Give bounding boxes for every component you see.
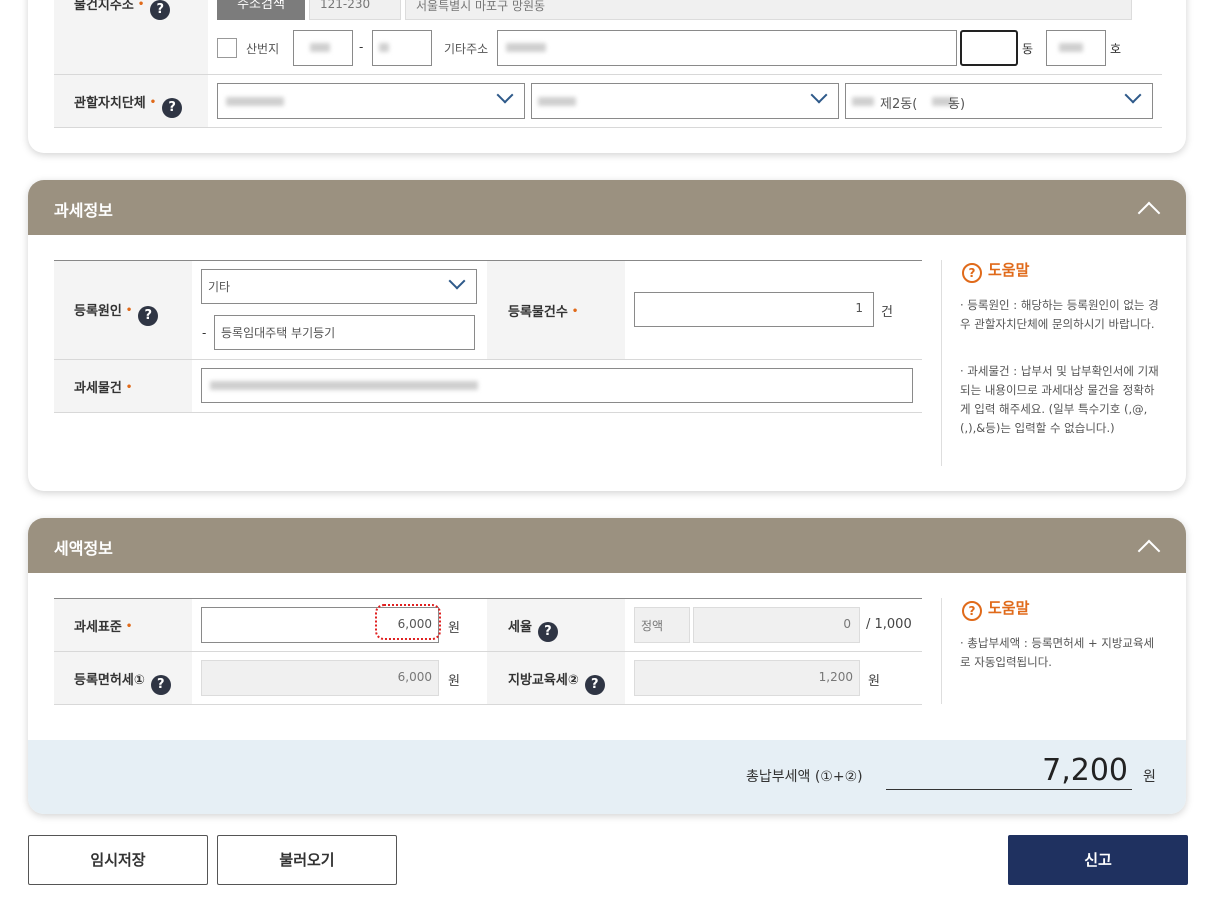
- edu-tax-unit: 원: [868, 674, 880, 689]
- tax-amount-title: 세액정보: [54, 539, 113, 558]
- tax-amount-help-text1: · 총납부세액 : 등록면허세 + 지방교육세로 자동입력됩니다.: [960, 636, 1155, 669]
- address-search-button[interactable]: 주소검색: [217, 0, 305, 20]
- tax-rate-unit: / 1,000: [866, 617, 912, 632]
- license-tax-value: 6,000: [201, 660, 439, 696]
- mountain-label: 산번지: [246, 42, 280, 56]
- reg-cause-select[interactable]: 기타: [201, 269, 477, 304]
- ho-input[interactable]: [1046, 30, 1106, 66]
- license-tax-label: 등록면허세①?: [74, 669, 171, 695]
- ho-unit: 호: [1110, 42, 1122, 56]
- tax-info-card: 과세정보 등록원인 •? 기타 - 등록임대주택 부기등기 등록물건수 • 1 건 …: [28, 180, 1186, 491]
- item-count-unit: 건: [881, 305, 893, 320]
- jurisdiction-dong-select[interactable]: 제2동( 동): [845, 83, 1153, 119]
- chevron-down-icon: [448, 278, 464, 290]
- tax-object-label: 과세물건 •: [74, 381, 133, 396]
- tax-info-header[interactable]: 과세정보: [28, 180, 1186, 235]
- edu-tax-value: 1,200: [634, 660, 860, 696]
- address-card: 물건지주소 •? 주소검색 121-230 서울특별시 마포구 망원동 산번지 -…: [28, 0, 1186, 153]
- mountain-checkbox[interactable]: [217, 38, 237, 58]
- tax-info-help-text2: · 과세물건 : 납부서 및 납부확인서에 기재되는 내용이므로 과세대상 물건…: [960, 364, 1159, 435]
- address-label: 물건지주소 •?: [74, 0, 171, 20]
- tax-object-input[interactable]: [201, 368, 913, 403]
- tax-base-unit: 원: [448, 621, 460, 636]
- tax-amount-card: 세액정보 과세표준 • 6,000 원 세율? 정액 0 / 1,000 등록면허…: [28, 518, 1186, 814]
- tax-amount-help-title: ? 도움말: [962, 597, 1029, 621]
- tax-rate-help-icon[interactable]: ?: [537, 622, 558, 642]
- question-circle-icon: ?: [962, 601, 982, 621]
- chevron-down-icon: [810, 92, 826, 104]
- reg-cause-help-icon[interactable]: ?: [138, 306, 159, 326]
- tax-base-label: 과세표준 •: [74, 620, 133, 635]
- total-bar: 총납부세액 (①+②) 7,200 원: [28, 740, 1186, 814]
- jurisdiction-dong-suffix: 동): [948, 97, 966, 112]
- collapse-chevron-icon[interactable]: [1136, 536, 1160, 556]
- item-count-label: 등록물건수 •: [508, 305, 579, 320]
- dong-input[interactable]: [960, 30, 1018, 66]
- tax-amount-header[interactable]: 세액정보: [28, 518, 1186, 573]
- jurisdiction-sido-select[interactable]: [217, 83, 525, 119]
- lot-dash: -: [359, 40, 364, 54]
- tax-info-help-text1: · 등록원인 : 해당하는 등록원인이 없는 경우 관할자치단체에 문의하시기 …: [960, 298, 1159, 331]
- temp-save-button[interactable]: 임시저장: [28, 835, 208, 885]
- reg-cause-detail-input[interactable]: 등록임대주택 부기등기: [214, 315, 475, 350]
- lot-main-input[interactable]: [293, 30, 353, 66]
- jurisdiction-label: 관할자치단체 •?: [74, 92, 183, 118]
- edu-tax-label: 지방교육세②?: [508, 669, 605, 695]
- license-tax-help-icon[interactable]: ?: [150, 675, 171, 695]
- reg-cause-label: 등록원인 •?: [74, 300, 159, 326]
- tax-rate-label: 세율?: [508, 616, 558, 642]
- other-address-input[interactable]: [497, 30, 957, 66]
- reg-cause-dash: -: [202, 326, 207, 340]
- chevron-down-icon: [496, 92, 512, 104]
- item-count-input[interactable]: 1: [634, 292, 874, 327]
- address-help-icon[interactable]: ?: [150, 0, 171, 20]
- jurisdiction-sigungu-select[interactable]: [531, 83, 839, 119]
- tax-info-title: 과세정보: [54, 201, 113, 220]
- dong-unit: 동: [1022, 42, 1034, 56]
- reg-cause-value: 기타: [208, 280, 231, 294]
- jurisdiction-help-icon[interactable]: ?: [162, 98, 183, 118]
- total-unit: 원: [1143, 769, 1156, 785]
- road-address-field: 서울특별시 마포구 망원동: [405, 0, 1132, 20]
- license-tax-unit: 원: [448, 674, 460, 689]
- collapse-chevron-icon[interactable]: [1136, 198, 1160, 218]
- submit-button[interactable]: 신고: [1008, 835, 1188, 885]
- total-label: 총납부세액 (①+②): [746, 769, 863, 785]
- question-circle-icon: ?: [962, 263, 982, 283]
- total-value: 7,200: [886, 752, 1132, 790]
- zip-code-field: 121-230: [309, 0, 401, 20]
- load-button[interactable]: 불러오기: [217, 835, 397, 885]
- tax-rate-value: 0: [693, 607, 860, 643]
- edu-tax-help-icon[interactable]: ?: [584, 675, 605, 695]
- tax-rate-type: 정액: [634, 607, 690, 643]
- jurisdiction-dong-value: 제2동(: [880, 97, 918, 112]
- tax-info-help-title: ? 도움말: [962, 259, 1029, 283]
- other-address-label: 기타주소: [444, 42, 489, 56]
- highlight-mark: [375, 604, 441, 640]
- chevron-down-icon: [1124, 92, 1140, 104]
- lot-sub-input[interactable]: [372, 30, 432, 66]
